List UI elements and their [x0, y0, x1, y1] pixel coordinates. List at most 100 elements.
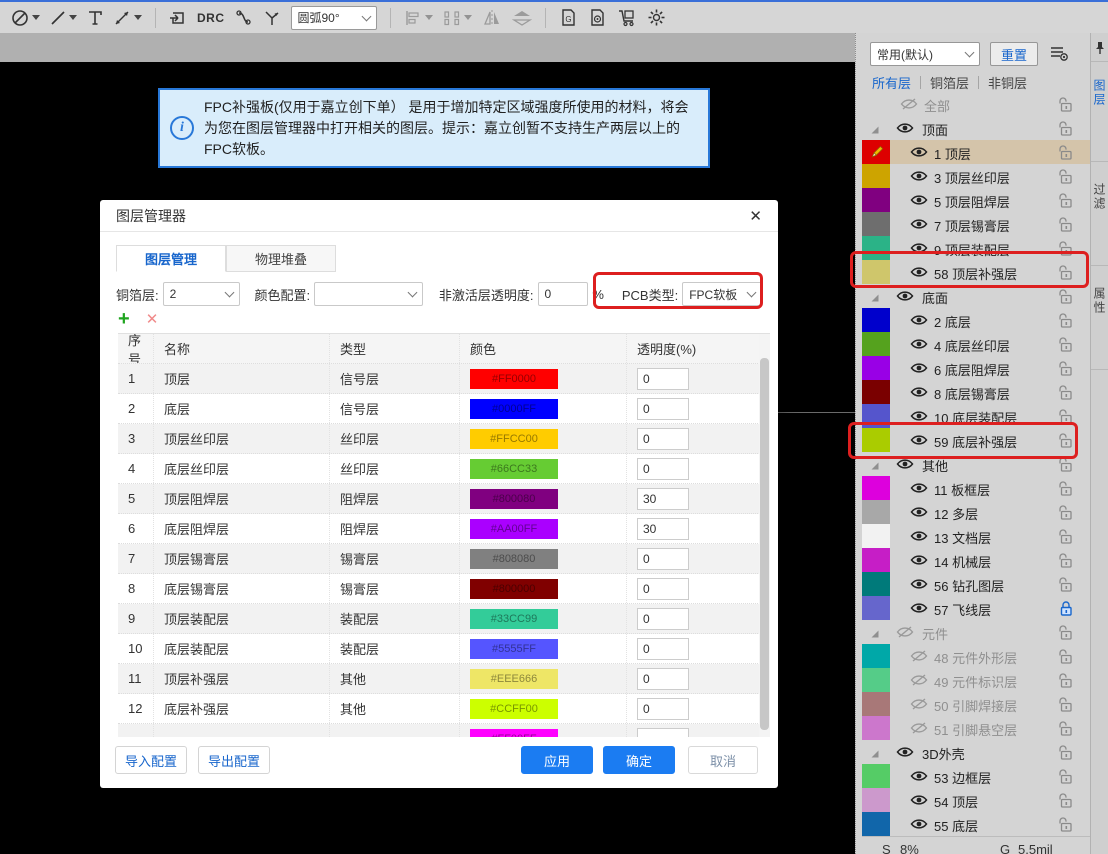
unlock-icon[interactable] [1058, 480, 1074, 500]
layer-color-swatch[interactable] [862, 548, 890, 572]
layer-row[interactable]: 2 底层 [862, 308, 1090, 332]
layer-row[interactable]: 57 飞线层 [862, 596, 1090, 620]
layer-row[interactable]: 8 底层锡膏层 [862, 380, 1090, 404]
unlock-icon[interactable] [1058, 792, 1074, 812]
unlock-icon[interactable] [1058, 288, 1074, 308]
table-scrollbar[interactable] [759, 334, 770, 737]
gerber-file-button[interactable]: G [559, 8, 578, 27]
eye-icon[interactable] [896, 290, 914, 305]
tree-expander-icon[interactable] [870, 627, 880, 642]
lock-icon[interactable] [1058, 600, 1074, 620]
export-config-button[interactable]: 导出配置 [198, 746, 270, 774]
unlock-icon[interactable] [1058, 216, 1074, 236]
unlock-icon[interactable] [1058, 720, 1074, 740]
tab-all-layers[interactable]: 所有层 [872, 73, 911, 92]
unlock-icon[interactable] [1058, 384, 1074, 404]
layer-group-row[interactable]: 顶面 [862, 116, 1090, 140]
unlock-icon[interactable] [1058, 168, 1074, 188]
add-layer-button[interactable]: + [118, 310, 130, 328]
delete-layer-button[interactable]: ✕ [146, 310, 159, 328]
layer-color-swatch[interactable] [862, 500, 890, 524]
preset-select[interactable]: 常用(默认) [870, 42, 980, 66]
layer-color-swatch[interactable] [862, 356, 890, 380]
layer-group-row[interactable]: 3D外壳 [862, 740, 1090, 764]
line-tool-button[interactable] [50, 10, 77, 26]
dropdown-caret-icon[interactable] [69, 15, 77, 20]
layer-color-swatch[interactable] [862, 716, 890, 740]
close-icon[interactable]: ✕ [749, 207, 762, 225]
eye-icon[interactable] [910, 314, 928, 329]
layer-color-swatch[interactable] [862, 788, 890, 812]
opacity-input[interactable] [637, 488, 689, 510]
drc-button[interactable]: DRC [197, 11, 225, 25]
eye-icon[interactable] [910, 146, 928, 161]
opacity-input[interactable] [637, 638, 689, 660]
color-swatch[interactable]: #808080 [470, 549, 558, 569]
layer-row[interactable]: 49 元件标识层 [862, 668, 1090, 692]
layer-row[interactable]: 1 顶层 [862, 140, 1090, 164]
arc-mode-select[interactable]: 圆弧90° [291, 6, 377, 30]
unlock-icon[interactable] [1058, 240, 1074, 260]
dock-tab-properties[interactable]: 属性 [1092, 287, 1108, 315]
layer-row[interactable]: 50 引脚焊接层 [862, 692, 1090, 716]
layer-row[interactable]: 14 机械层 [862, 548, 1090, 572]
eye-icon[interactable] [910, 410, 928, 425]
eye-icon[interactable] [910, 194, 928, 209]
tree-expander-icon[interactable] [870, 291, 880, 306]
eye-icon[interactable] [896, 746, 914, 761]
layer-row[interactable]: 10 底层装配层 [862, 404, 1090, 428]
tab-physical-stackup[interactable]: 物理堆叠 [226, 245, 336, 272]
eye-icon[interactable] [910, 602, 928, 617]
layer-row[interactable]: 9 顶层装配层 [862, 236, 1090, 260]
layer-config-button[interactable] [1048, 43, 1070, 66]
eye-off-icon[interactable] [900, 98, 918, 113]
opacity-input[interactable] [637, 548, 689, 570]
tree-expander-icon[interactable] [870, 747, 880, 762]
opacity-input[interactable] [637, 518, 689, 540]
layer-group-row[interactable]: 底面 [862, 284, 1090, 308]
layer-row[interactable]: 3 顶层丝印层 [862, 164, 1090, 188]
distribute-button[interactable] [443, 10, 472, 26]
layer-color-swatch[interactable] [862, 764, 890, 788]
inactive-opacity-input[interactable]: 0 [538, 282, 589, 306]
unlock-icon[interactable] [1058, 696, 1074, 716]
color-swatch[interactable]: #FFCC00 [470, 429, 558, 449]
layer-color-swatch[interactable] [862, 380, 890, 404]
unlock-icon[interactable] [1058, 264, 1074, 284]
layer-color-swatch[interactable] [862, 164, 890, 188]
eye-icon[interactable] [910, 578, 928, 593]
unlock-icon[interactable] [1058, 744, 1074, 764]
pin-icon[interactable] [1094, 41, 1106, 58]
tab-layer-manage[interactable]: 图层管理 [116, 245, 226, 272]
net-tool-button[interactable] [263, 9, 281, 27]
eye-off-icon[interactable] [896, 626, 914, 641]
color-swatch[interactable]: #800080 [470, 489, 558, 509]
unlock-icon[interactable] [1058, 408, 1074, 428]
dock-tab-layers[interactable]: 图层 [1092, 79, 1108, 107]
layer-row[interactable]: 53 边框层 [862, 764, 1090, 788]
tab-copper-layers[interactable]: 铜箔层 [930, 73, 969, 92]
color-swatch[interactable]: #5555FF [470, 639, 558, 659]
unlock-icon[interactable] [1058, 336, 1074, 356]
copper-layers-select[interactable]: 2 [163, 282, 241, 306]
eye-off-icon[interactable] [910, 674, 928, 689]
layer-row[interactable]: 4 底层丝印层 [862, 332, 1090, 356]
dimension-tool-button[interactable] [113, 9, 142, 27]
reset-button[interactable]: 重置 [990, 42, 1038, 66]
tab-noncopper-layers[interactable]: 非铜层 [988, 73, 1027, 92]
unlock-icon[interactable] [1058, 552, 1074, 572]
color-swatch[interactable]: #CCFF00 [470, 699, 558, 719]
layer-color-swatch[interactable] [862, 260, 890, 284]
eye-icon[interactable] [910, 338, 928, 353]
eye-off-icon[interactable] [910, 722, 928, 737]
layer-group-row[interactable]: 元件 [862, 620, 1090, 644]
dropdown-caret-icon[interactable] [134, 15, 142, 20]
drill-file-button[interactable] [588, 8, 607, 27]
settings-button[interactable] [647, 8, 666, 27]
layer-row[interactable]: 13 文档层 [862, 524, 1090, 548]
apply-button[interactable]: 应用 [521, 746, 593, 774]
opacity-input[interactable] [637, 728, 689, 738]
eye-icon[interactable] [910, 530, 928, 545]
unlock-icon[interactable] [1058, 192, 1074, 212]
eye-icon[interactable] [910, 482, 928, 497]
